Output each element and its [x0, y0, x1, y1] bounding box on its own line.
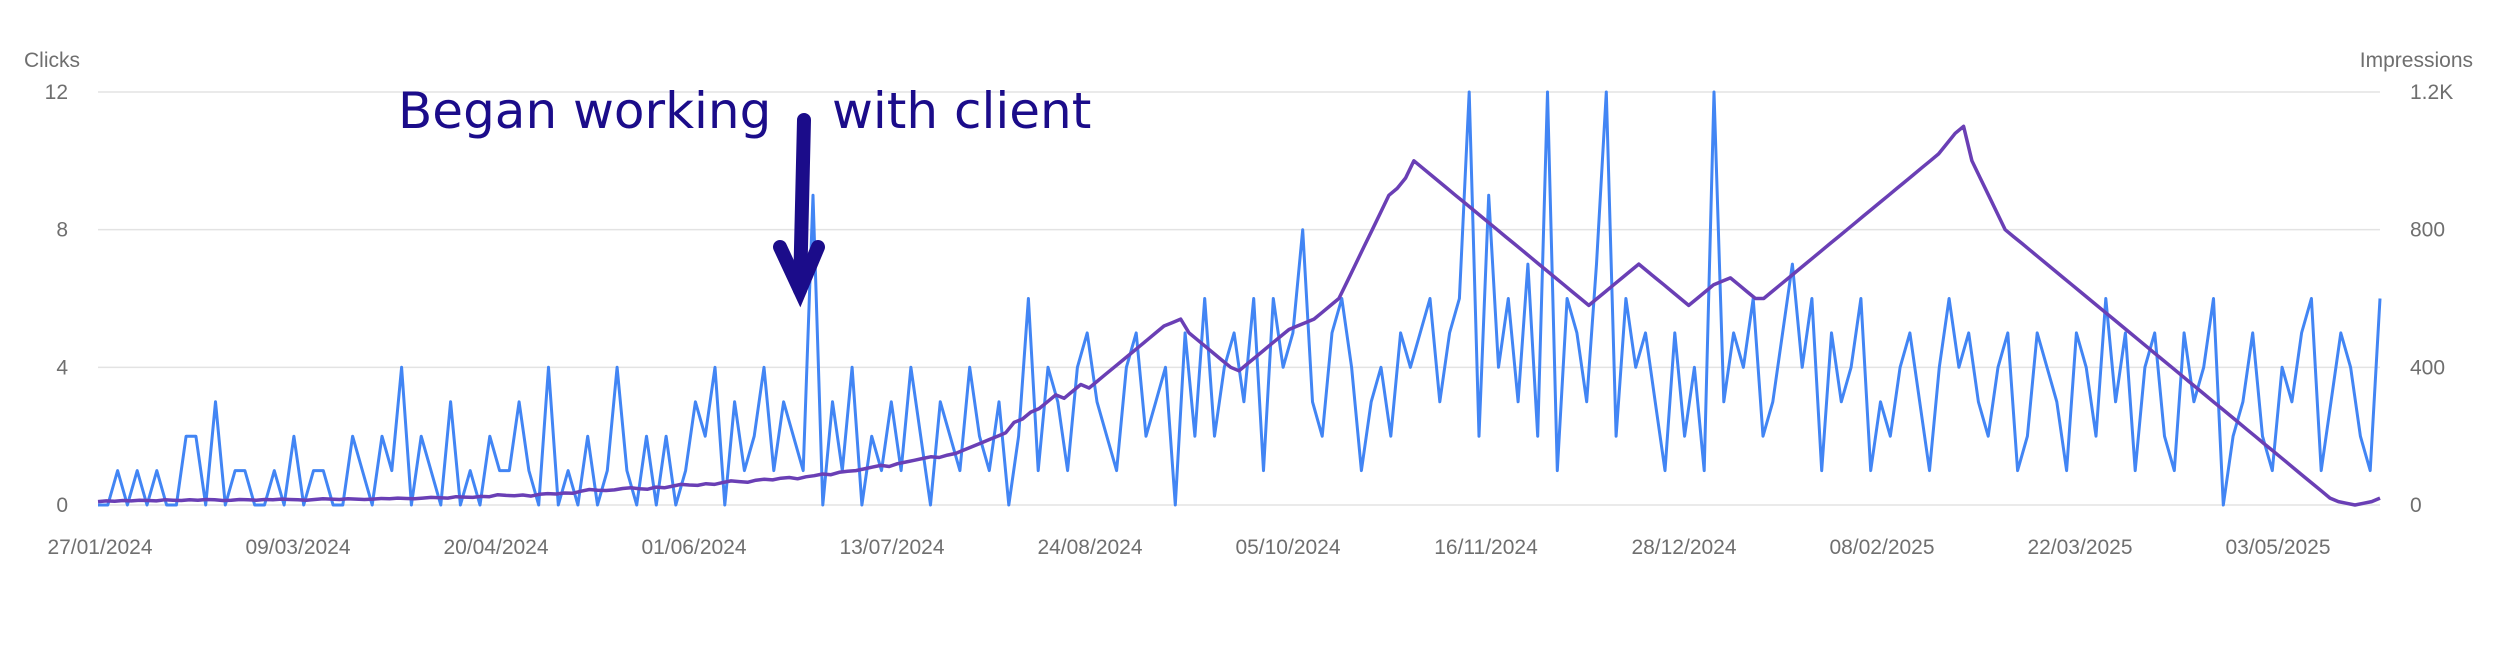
x-tick-label: 20/04/2024: [443, 536, 548, 559]
y-right-tick-label: 1.2K: [2410, 81, 2453, 104]
x-tick-label: 01/06/2024: [641, 536, 746, 559]
x-tick-label: 08/02/2025: [1829, 536, 1934, 559]
y-right-tick-label: 400: [2410, 356, 2445, 379]
tick-labels: 0 0 4 400 8 800 12 1.2K 27/01/2024 09/03/2024 20/0…: [45, 81, 2454, 559]
annotation-text-left: Began working: [398, 82, 771, 140]
annotation: Began working with client: [398, 82, 1091, 308]
x-tick-label: 24/08/2024: [1037, 536, 1142, 559]
y-left-tick-label: 0: [56, 494, 68, 517]
x-tick-label: 27/01/2024: [47, 536, 152, 559]
left-axis-title: Clicks: [24, 49, 80, 72]
series-lines: [97, 90, 2382, 507]
annotation-text-right: with client: [832, 82, 1091, 140]
x-tick-label: 03/05/2025: [2225, 536, 2330, 559]
y-left-tick-label: 12: [45, 81, 68, 104]
x-tick-label: 28/12/2024: [1631, 536, 1736, 559]
y-right-tick-label: 0: [2410, 494, 2422, 517]
x-tick-label: 22/03/2025: [2027, 536, 2132, 559]
y-right-tick-label: 800: [2410, 219, 2445, 242]
x-tick-label: 09/03/2024: [245, 536, 350, 559]
y-left-tick-label: 8: [56, 219, 68, 242]
impressions-series-line: [97, 124, 2381, 507]
x-tick-label: 16/11/2024: [1434, 536, 1538, 559]
y-left-tick-label: 4: [56, 356, 68, 379]
right-axis-title: Impressions: [2360, 49, 2473, 72]
gridlines: [98, 91, 2380, 506]
clicks-impressions-chart: 0 0 4 400 8 800 12 1.2K 27/01/2024 09/03/2024 20/0…: [24, 49, 2473, 559]
x-tick-label: 05/10/2024: [1235, 536, 1340, 559]
clicks-series-line: [98, 90, 2382, 507]
x-tick-label: 13/07/2024: [839, 536, 944, 559]
